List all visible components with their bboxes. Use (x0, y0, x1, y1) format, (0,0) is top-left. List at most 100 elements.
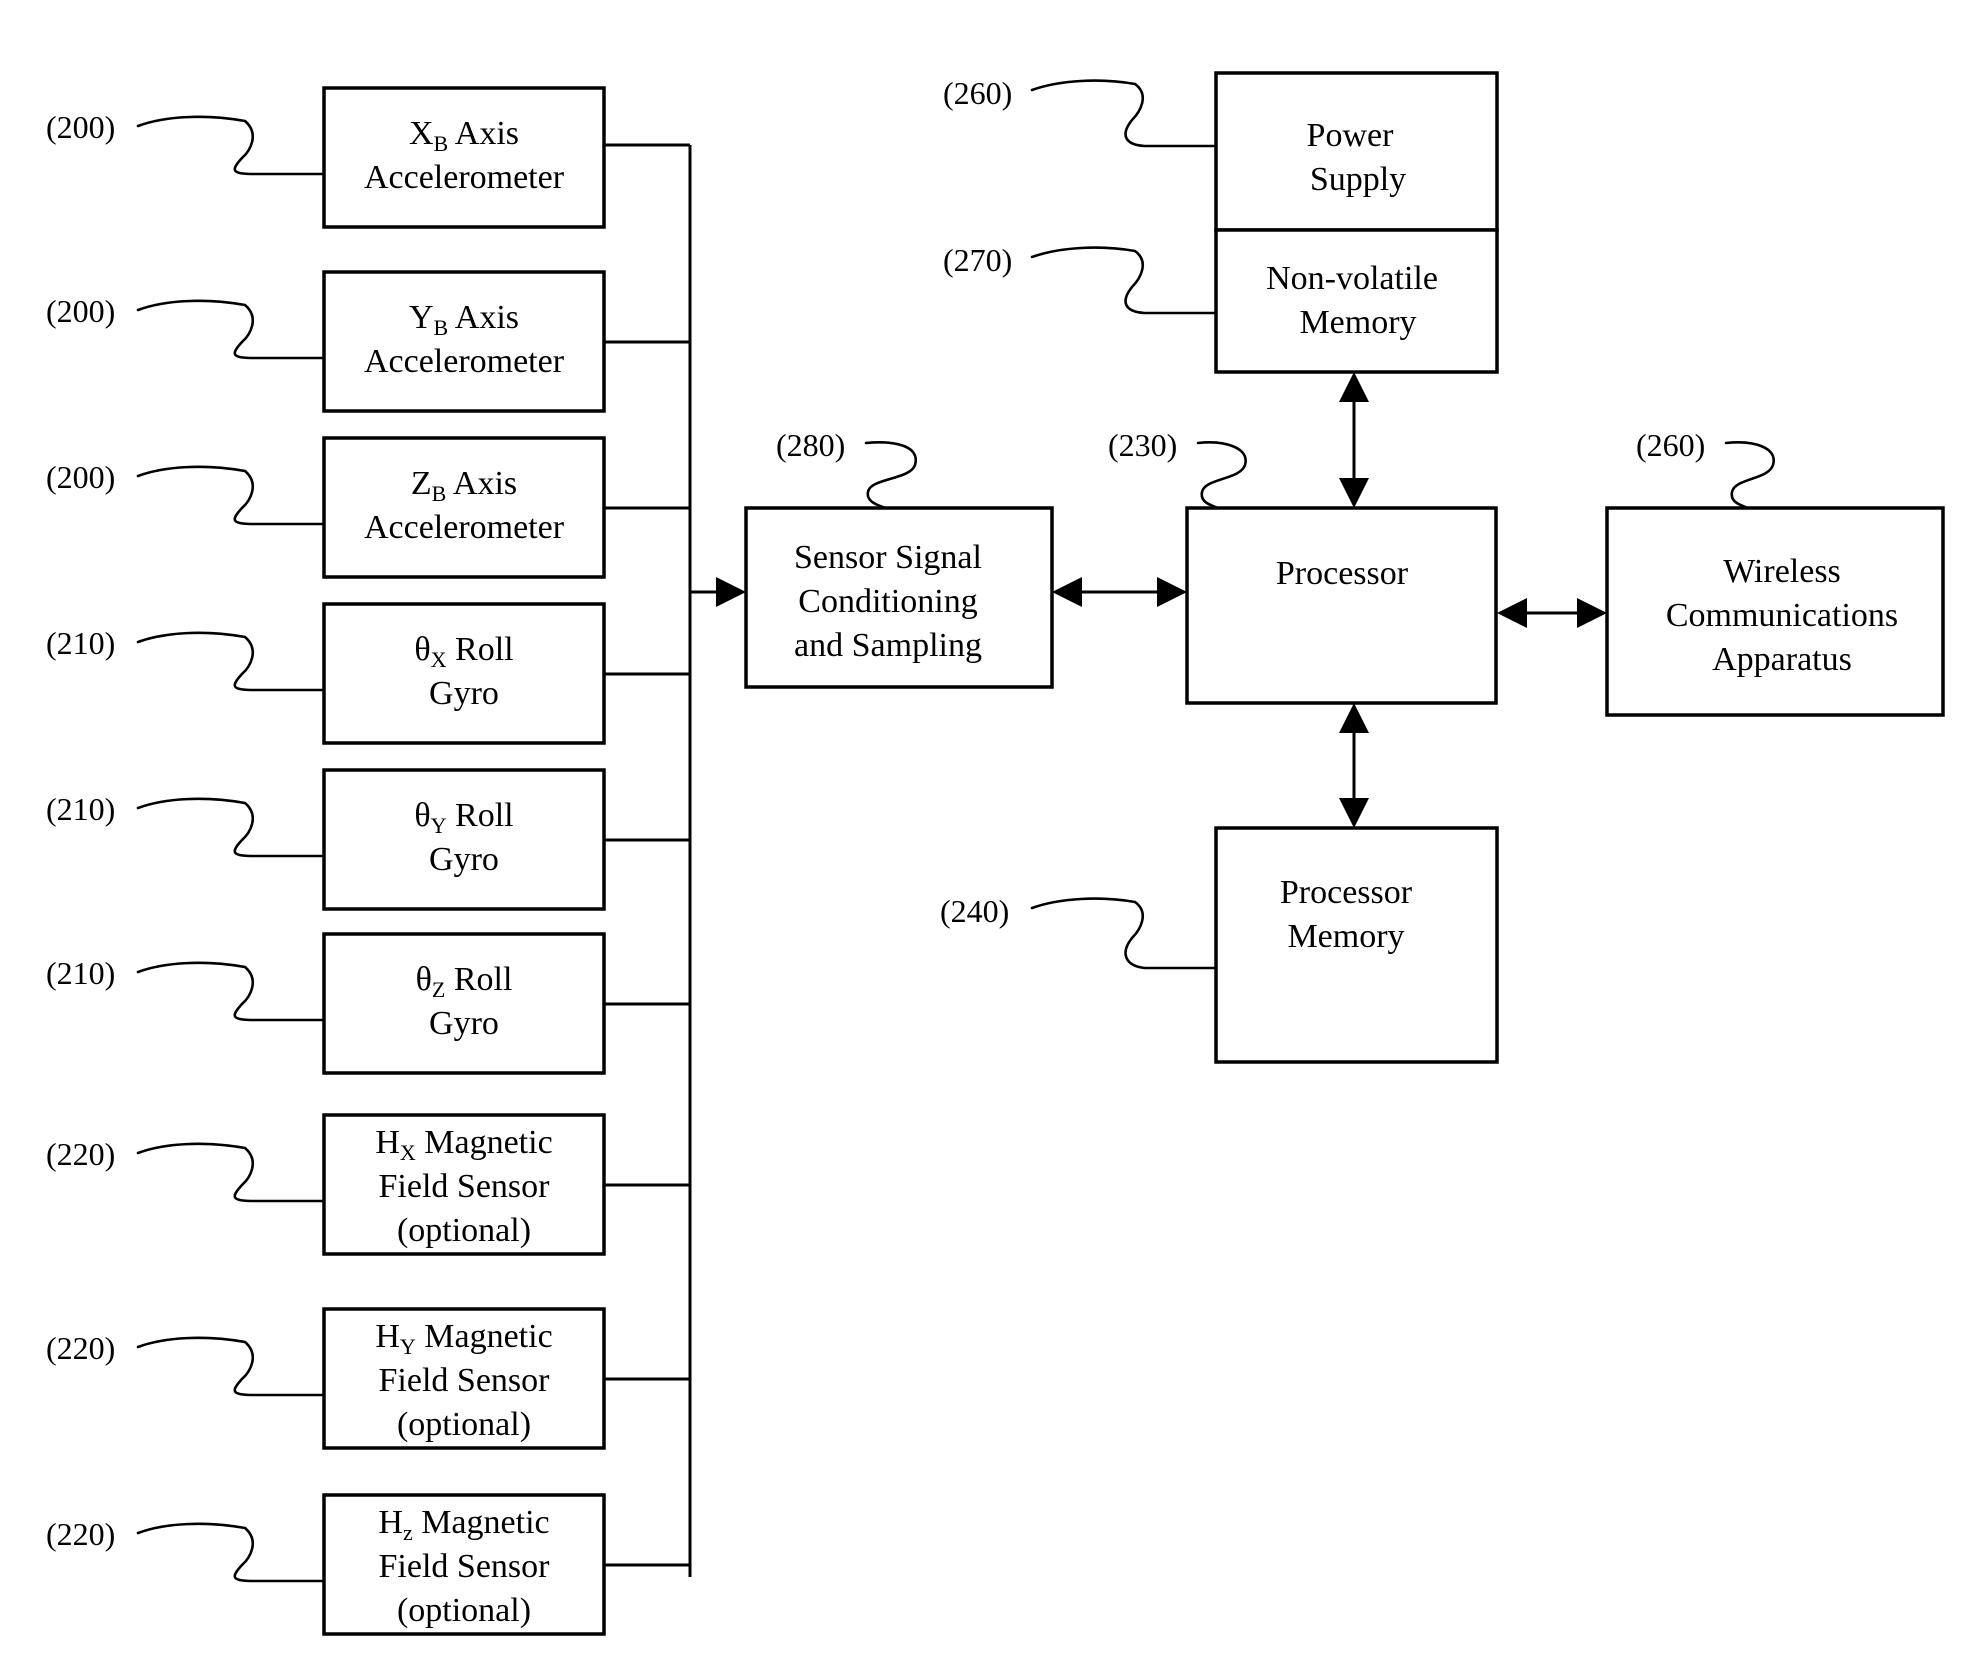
sensor-leader (136, 797, 326, 858)
sensor-ref: (220) (46, 1516, 115, 1552)
processor-memory-line-1: Processor (1280, 874, 1413, 911)
sensor-subscript: Z (432, 977, 445, 1002)
sensor-subscript: X (431, 647, 447, 672)
sensor-block: XB AxisAccelerometer (200) (46, 86, 690, 229)
processor-memory-leader (1030, 897, 1218, 970)
nonvolatile-memory-line-2: Memory (1299, 304, 1416, 341)
sensor-symbol: H (375, 1124, 400, 1161)
sensor-label-line-1: XB Axis (409, 115, 519, 156)
processor-top-arrowhead (1339, 478, 1369, 508)
nvm-side-arrowhead (1339, 372, 1369, 402)
sensor-label-line-2: Accelerometer (364, 509, 565, 546)
sensor-leader (136, 115, 326, 176)
sensor-symbol: H (375, 1318, 400, 1355)
processor-memory-line-2: Memory (1287, 918, 1404, 955)
signal-conditioning-line-3: and Sampling (794, 627, 982, 664)
sensor-subscript: B (434, 315, 449, 340)
processor-right-arrowhead (1497, 598, 1527, 628)
sensor-block: ZB AxisAccelerometer (200) (46, 436, 690, 579)
sensor-label-line-1: θZ Roll (416, 961, 513, 1002)
sensor-leader (136, 961, 326, 1022)
sensor-block: Hz Magnetic Field Sensor (optional) (220) (46, 1493, 690, 1636)
wireless-line-2: Communications (1666, 597, 1898, 634)
nonvolatile-memory-box (1214, 228, 1499, 374)
sensor-ref: (220) (46, 1136, 115, 1172)
sensor-leader (136, 465, 326, 526)
bus-to-conditioning-arrowhead (716, 577, 746, 607)
signal-conditioning-block: Sensor Signal Conditioning and Sampling … (744, 427, 1054, 689)
sensor-label-line-2: Field Sensor (379, 1548, 551, 1585)
sensor-label-rest: Axis (448, 299, 519, 336)
sensor-ref: (210) (46, 791, 115, 827)
nonvolatile-memory-line-1: Non-volatile (1266, 260, 1438, 297)
sensor-box (322, 270, 606, 413)
sensor-label-line-3: (optional) (397, 1592, 531, 1629)
sensor-box (322, 932, 606, 1075)
signal-conditioning-ref: (280) (776, 427, 845, 463)
sensor-subscript: z (403, 1520, 413, 1545)
sensor-label-rest: Magnetic (413, 1504, 550, 1541)
sensor-block: θZ RollGyro(210) (46, 932, 690, 1075)
nonvolatile-memory-leader (1030, 246, 1218, 315)
sensor-box (322, 436, 606, 579)
sensor-symbol: θ (416, 961, 432, 998)
sensor-subscript: B (432, 481, 447, 506)
sensor-label-line-2: Field Sensor (379, 1168, 551, 1205)
sensor-label-line-1: θX Roll (414, 631, 513, 672)
sensor-label-line-3: (optional) (397, 1212, 531, 1249)
sensor-symbol: X (409, 115, 434, 152)
sensor-subscript: X (400, 1140, 416, 1165)
wireless-side-arrowhead (1577, 598, 1607, 628)
sensor-label-line-3: (optional) (397, 1406, 531, 1443)
sensor-symbol: H (378, 1504, 403, 1541)
sensor-label-rest: Roll (447, 631, 514, 668)
signal-conditioning-line-1: Sensor Signal (794, 539, 982, 576)
processor-leader (1196, 441, 1247, 510)
block-diagram: XB AxisAccelerometer(200)YB AxisAccelero… (46, 71, 1945, 1636)
sensor-ref: (200) (46, 109, 115, 145)
sensor-symbol: θ (414, 797, 430, 834)
signal-conditioning-leader (864, 441, 918, 510)
sensor-leader (136, 1336, 326, 1397)
processor-label: Processor (1276, 555, 1409, 592)
sensor-ref: (210) (46, 625, 115, 661)
sensor-block: θX RollGyro(210) (46, 602, 690, 745)
sensor-subscript: Y (400, 1334, 416, 1359)
processor-memory-block: Processor Memory (240) (940, 826, 1499, 1064)
sensor-symbol: Y (409, 299, 434, 336)
processor-memory-ref: (240) (940, 893, 1009, 929)
power-memory-block: Power Supply Non-volatile Memory (260) (… (943, 71, 1499, 374)
power-supply-leader (1030, 79, 1218, 148)
sensor-label-line-1: YB Axis (409, 299, 519, 340)
sensor-subscript: Y (431, 813, 447, 838)
sensor-subscript: B (434, 131, 449, 156)
sensor-label-line-1: θY Roll (414, 797, 513, 838)
power-supply-line-1: Power (1307, 117, 1395, 154)
sensor-label-rest: Roll (447, 797, 514, 834)
sensor-label-line-2: Field Sensor (379, 1362, 551, 1399)
sensor-label-line-2: Accelerometer (364, 159, 565, 196)
sensor-ref: (200) (46, 293, 115, 329)
wireless-ref: (260) (1636, 427, 1705, 463)
processor-box (1185, 506, 1498, 705)
sensor-label-rest: Roll (445, 961, 512, 998)
sensor-block: HX Magnetic Field Sensor (optional) (220) (46, 1113, 690, 1256)
sensor-column: XB AxisAccelerometer(200)YB AxisAccelero… (46, 86, 690, 1636)
sensor-leader (136, 631, 326, 692)
wireless-line-1: Wireless (1723, 553, 1841, 590)
sensor-label-rest: Magnetic (416, 1318, 553, 1355)
processor-block: Processor (230) (1108, 427, 1498, 705)
sensor-symbol: Z (411, 465, 432, 502)
sensor-block: θY RollGyro(210) (46, 768, 690, 911)
sensor-box (322, 86, 606, 229)
sensor-label-line-1: ZB Axis (411, 465, 517, 506)
wireless-leader (1724, 441, 1775, 510)
sensor-leader (136, 299, 326, 360)
sensor-leader (136, 1142, 326, 1203)
wireless-block: Wireless Communications Apparatus (260) (1605, 427, 1945, 717)
power-supply-line-2: Supply (1310, 161, 1406, 198)
sensor-ref: (200) (46, 459, 115, 495)
processor-side-arrowhead (1157, 577, 1187, 607)
sensor-ref: (210) (46, 955, 115, 991)
procmem-side-arrowhead (1339, 798, 1369, 828)
